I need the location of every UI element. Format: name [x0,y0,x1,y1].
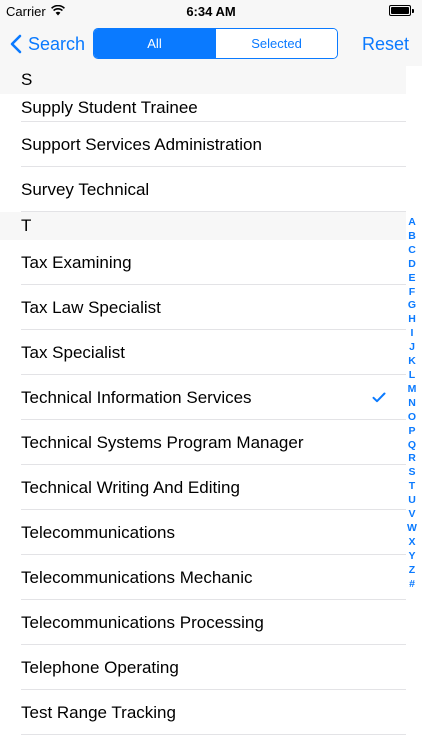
section-header-t: T [0,212,406,240]
list-item[interactable]: Telecommunications Processing [0,600,406,645]
list-item-selected[interactable]: Technical Information Services [0,375,406,420]
index-letter[interactable]: T [409,480,415,494]
index-letter[interactable]: B [408,230,416,244]
list-item[interactable]: Telecommunications [0,510,406,555]
list-item-label: Technical Writing And Editing [21,477,240,497]
list-item-label: Test Range Tracking [21,702,176,722]
index-letter[interactable]: E [408,272,415,286]
index-letter[interactable]: # [409,578,415,592]
filter-segmented-control: All Selected [93,28,338,59]
index-letter[interactable]: D [408,258,416,272]
chevron-left-icon [10,34,22,54]
list-item[interactable]: Telecommunications Mechanic [0,555,406,600]
index-letter[interactable]: Y [408,550,415,564]
index-letter[interactable]: M [408,383,417,397]
index-letter[interactable]: P [408,425,415,439]
index-letter[interactable]: G [408,299,416,313]
reset-button[interactable]: Reset [362,34,409,55]
segment-all[interactable]: All [94,29,215,58]
list-item-label: Survey Technical [21,179,150,199]
status-time: 6:34 AM [186,4,236,19]
index-letter[interactable]: W [407,522,417,536]
list-item-label: Telecommunications [21,522,176,542]
list-item[interactable]: Test Range Tracking [0,690,406,735]
index-letter[interactable]: A [408,216,416,230]
index-letter[interactable]: V [408,508,415,522]
list-item[interactable]: Survey Technical [0,167,406,212]
list-item-label: Telecommunications Processing [21,612,264,632]
index-letter[interactable]: Q [408,439,416,453]
job-series-list[interactable]: S Supply Student Trainee Support Service… [0,66,406,750]
index-letter[interactable]: F [409,286,415,300]
index-letter[interactable]: R [408,452,416,466]
segment-selected[interactable]: Selected [215,29,337,58]
index-letter[interactable]: O [408,411,416,425]
list-item[interactable]: Supply Student Trainee [0,94,406,122]
index-letter[interactable]: I [411,327,414,341]
index-letter[interactable]: Z [409,564,415,578]
list-item-label: Supply Student Trainee [21,98,198,117]
list-item[interactable]: Technical Writing And Editing [0,465,406,510]
list-item[interactable]: Technical Systems Program Manager [0,420,406,465]
index-letter[interactable]: U [408,494,416,508]
list-item[interactable]: Tax Law Specialist [0,285,406,330]
list-item-label: Tax Law Specialist [21,297,161,317]
list-item[interactable]: Tax Specialist [0,330,406,375]
status-bar: Carrier 6:34 AM [0,0,422,22]
checkmark-icon [372,388,386,408]
index-letter[interactable]: X [408,536,415,550]
index-letter[interactable]: C [408,244,416,258]
index-letter[interactable]: J [409,341,415,355]
back-button-label: Search [28,33,86,54]
index-letter[interactable]: N [408,397,416,411]
list-item-label: Technical Systems Program Manager [21,432,304,452]
list-item-label: Support Services Administration [21,134,262,154]
index-letter[interactable]: L [409,369,415,383]
index-letter[interactable]: S [408,466,415,480]
list-item-label: Telephone Operating [21,657,179,677]
list-item-label: Telecommunications Mechanic [21,567,253,587]
section-index[interactable]: A B C D E F G H I J K L M N O P Q R S T U V W X Y Z # [405,216,419,591]
back-button[interactable]: Search [10,31,85,57]
section-header-s: S [0,66,406,94]
list-item[interactable]: Support Services Administration [0,122,406,167]
battery-icon [389,5,414,16]
index-letter[interactable]: H [408,313,416,327]
list-item-label: Tax Examining [21,252,132,272]
navigation-bar: Search All Selected Reset [0,22,422,66]
list-item[interactable]: Tax Examining [0,240,406,285]
index-letter[interactable]: K [408,355,416,369]
list-item-label: Technical Information Services [21,387,252,407]
list-item-label: Tax Specialist [21,342,125,362]
list-item[interactable]: Telephone Operating [0,645,406,690]
